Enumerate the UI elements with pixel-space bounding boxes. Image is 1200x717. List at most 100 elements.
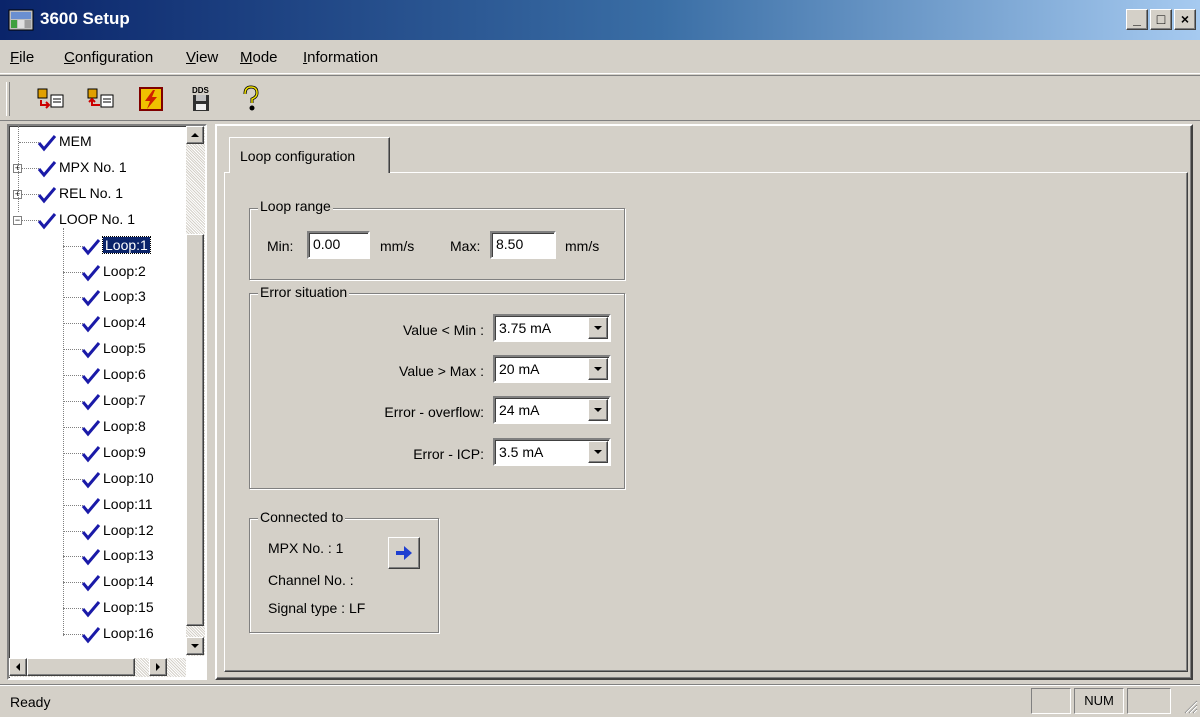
tree-item[interactable]: Loop:4 [9,311,184,335]
title-bar[interactable]: 3600 Setup _ □ × [0,0,1200,40]
checkmark-icon [81,264,101,281]
tree-item[interactable]: Loop:3 [9,285,184,309]
status-text: Ready [10,694,51,710]
svg-text:DDS: DDS [192,86,210,95]
error-row-label: Error - overflow: [384,404,484,420]
tree-connector [63,271,83,273]
checkmark-icon [81,471,101,489]
toolbar-grip[interactable] [6,82,10,116]
tree-item[interactable]: Loop:6 [9,363,184,387]
tree-item[interactable]: Loop:12 [9,519,184,543]
minimize-button[interactable]: _ [1126,9,1148,30]
dropdown-arrow-icon[interactable] [588,399,608,421]
dds-save-button[interactable]: DDS [184,83,218,115]
menu-bar: File Configuration View Mode Information [0,40,1200,74]
status-panel-scroll [1127,688,1171,714]
mpx-number: MPX No. : 1 [268,540,344,556]
checkmark-icon [81,445,101,463]
read-config-button[interactable] [34,83,68,115]
write-config-button[interactable] [84,83,118,115]
tree-connector [63,375,83,377]
tree-connector [63,634,83,636]
tree-item-label: REL No. 1 [59,184,124,201]
tree-item[interactable]: MEM [9,130,184,154]
scroll-thumb[interactable] [186,234,204,626]
checkmark-icon [81,601,101,618]
checkmark-icon [81,394,101,411]
select-value: 20 mA [499,361,540,377]
tree-view[interactable]: MEM + MPX No. 1 + REL No. 1 − LOOP No. 1 Loop:1… [7,124,207,680]
dropdown-arrow-icon[interactable] [588,358,608,380]
tree-item-label: Loop:4 [103,314,146,331]
tree-item[interactable]: Loop:15 [9,596,184,620]
tree-horizontal-scrollbar[interactable] [9,658,186,677]
close-button[interactable]: × [1174,9,1196,30]
tree-connector [19,193,39,195]
select-value: 24 mA [499,402,540,418]
maximize-button[interactable]: □ [1150,9,1172,30]
select-value: 3.5 mA [499,444,544,460]
tree-item[interactable]: + MPX No. 1 [9,156,184,180]
max-input[interactable]: 8.50 [490,231,556,259]
scroll-down-button[interactable] [186,637,204,655]
scroll-right-button[interactable] [149,658,167,676]
status-panel-caps [1031,688,1071,714]
scroll-up-button[interactable] [186,126,204,144]
scroll-left-button[interactable] [9,658,27,676]
tab-label: Loop configuration [240,148,356,164]
tree-item[interactable]: Loop:10 [9,467,184,491]
tree-connector [63,401,83,402]
tree-connector [19,219,39,221]
tree-item[interactable]: Loop:1 [9,234,184,258]
resize-grip[interactable] [1182,698,1198,714]
tree-connector [63,478,83,480]
tree-expander-icon[interactable]: − [13,215,22,225]
error-value-select[interactable]: 20 mA [493,355,611,383]
window-title: 3600 Setup [40,9,130,28]
error-value-select[interactable]: 24 mA [493,396,611,424]
menu-mode[interactable]: Mode [240,49,278,66]
tree-item[interactable]: Loop:14 [9,570,184,594]
dropdown-arrow-icon[interactable] [588,317,608,339]
min-label: Min: [267,238,294,254]
flash-button[interactable] [134,83,168,115]
menu-configuration[interactable]: Configuration [64,49,153,66]
checkmark-icon [81,290,101,307]
tree-connector [63,504,83,506]
tree-item[interactable]: + REL No. 1 [9,182,184,206]
tree-connector [63,582,83,584]
menu-view[interactable]: View [186,49,218,66]
tree-item-label: Loop:14 [103,573,154,590]
tree-item-label: Loop:16 [103,625,154,642]
status-bar: Ready NUM [0,684,1200,716]
tree-connector [19,142,39,143]
tree-item-label: Loop:6 [103,366,146,383]
menu-file[interactable]: File [10,49,34,66]
tree-item[interactable]: Loop:7 [9,389,184,413]
min-input[interactable]: 0.00 [307,231,370,259]
dropdown-arrow-icon[interactable] [588,441,608,463]
tree-vertical-scrollbar[interactable] [186,126,205,656]
tree-item[interactable]: Loop:5 [9,337,184,361]
error-value-select[interactable]: 3.75 mA [493,314,611,342]
tree-item[interactable]: Loop:2 [9,260,184,284]
tree-item[interactable]: Loop:13 [9,544,184,568]
tree-connector [63,245,83,247]
help-button[interactable] [234,83,268,115]
tree-item[interactable]: Loop:9 [9,441,184,465]
goto-connection-button[interactable] [388,537,420,569]
tree-item[interactable]: − LOOP No. 1 [9,208,184,232]
error-value-select[interactable]: 3.5 mA [493,438,611,466]
tree-connector [63,297,83,299]
tree-item[interactable]: Loop:11 [9,493,184,517]
scroll-hthumb[interactable] [27,658,135,676]
menu-information[interactable]: Information [303,49,378,66]
tree-item[interactable]: Loop:8 [9,415,184,439]
tree-item[interactable]: Loop:16 [9,622,184,646]
tree-connector [63,530,83,532]
tree-connector [63,556,83,558]
checkmark-icon [81,523,101,540]
read-config-icon [37,88,64,109]
tree-item-label: Loop:3 [103,288,146,305]
tab-loop-configuration[interactable]: Loop configuration [229,137,390,173]
